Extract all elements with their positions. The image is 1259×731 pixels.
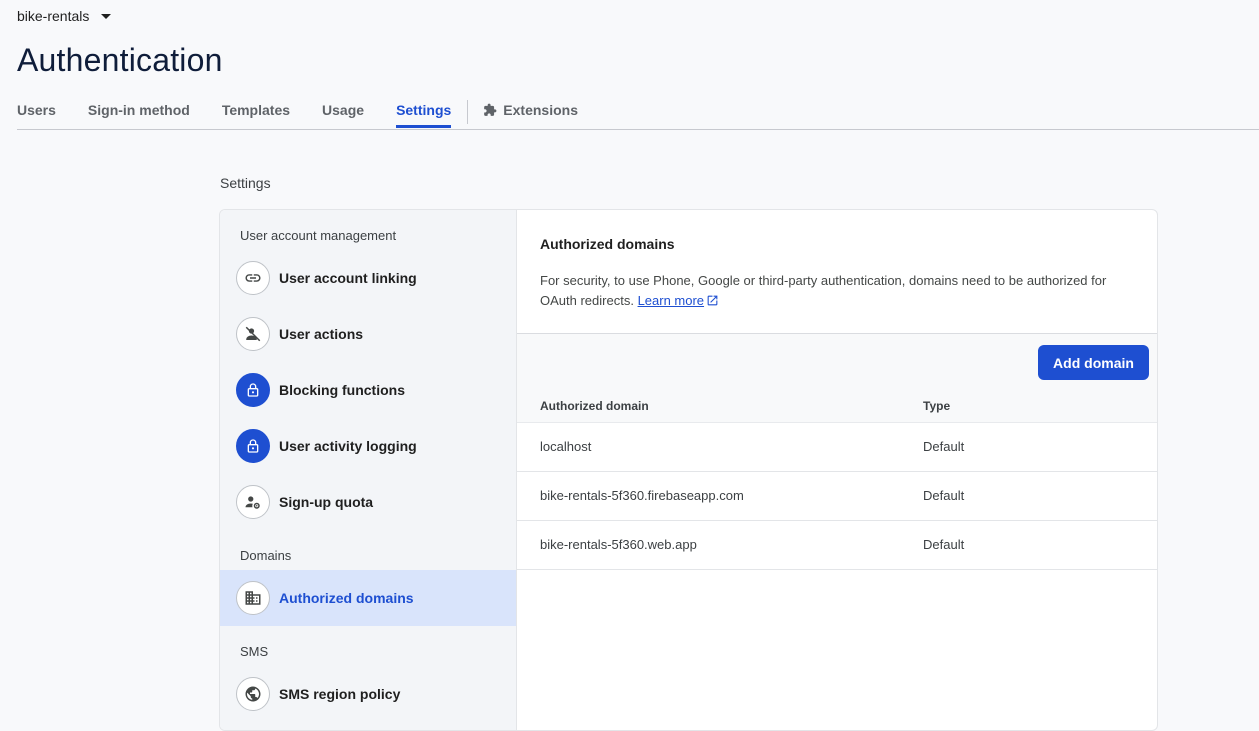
- page-title: Authentication: [17, 42, 223, 78]
- table-row[interactable]: bike-rentals-5f360.web.app Default: [517, 521, 1157, 570]
- tab-settings[interactable]: Settings: [396, 100, 452, 128]
- puzzle-icon: [484, 103, 497, 116]
- domain-cell: localhost: [540, 439, 592, 454]
- sidebar-item-blocking-functions[interactable]: Blocking functions: [220, 362, 516, 418]
- type-cell: Default: [923, 488, 965, 503]
- tab-divider: [467, 100, 469, 124]
- person-off-icon: [236, 317, 270, 351]
- sidebar-item-user-activity-logging[interactable]: User activity logging: [220, 418, 516, 474]
- person-gear-icon: [236, 485, 270, 519]
- group-label-user-account-management: User account management: [240, 228, 397, 243]
- tab-extensions[interactable]: Extensions: [483, 100, 578, 127]
- settings-card: User account management User account lin…: [219, 209, 1158, 731]
- lock-icon: [236, 429, 270, 463]
- panel-title: Authorized domains: [540, 236, 675, 252]
- tab-extensions-label: Extensions: [503, 102, 578, 118]
- table-toolbar: Add domain Authorized domain Type: [517, 334, 1157, 423]
- group-label-sms: SMS: [240, 644, 269, 659]
- sidebar-item-label: Blocking functions: [279, 382, 405, 398]
- settings-sidebar: User account management User account lin…: [220, 210, 517, 730]
- learn-more-link[interactable]: Learn more: [638, 293, 704, 308]
- table-row[interactable]: bike-rentals-5f360.firebaseapp.com Defau…: [517, 472, 1157, 521]
- column-header-authorized-domain: Authorized domain: [540, 399, 649, 413]
- description-text: For security, to use Phone, Google or th…: [540, 273, 1107, 308]
- caret-down-icon: [101, 13, 112, 19]
- sidebar-item-label: SMS region policy: [279, 686, 401, 702]
- sidebar-item-label: Authorized domains: [279, 590, 414, 606]
- project-name: bike-rentals: [17, 8, 90, 24]
- link-icon: [236, 261, 270, 295]
- tab-templates[interactable]: Templates: [222, 100, 290, 127]
- tab-users[interactable]: Users: [17, 100, 56, 127]
- panel-description: For security, to use Phone, Google or th…: [540, 271, 1120, 311]
- tab-usage[interactable]: Usage: [322, 100, 364, 127]
- table-row[interactable]: localhost Default: [517, 423, 1157, 472]
- sidebar-item-label: User actions: [279, 326, 364, 342]
- project-selector[interactable]: bike-rentals: [17, 8, 112, 24]
- column-header-type: Type: [923, 399, 951, 413]
- group-label-domains: Domains: [240, 548, 292, 563]
- sidebar-item-user-actions[interactable]: User actions: [220, 306, 516, 362]
- sidebar-item-authorized-domains[interactable]: Authorized domains: [220, 570, 516, 626]
- sidebar-item-sign-up-quota[interactable]: Sign-up quota: [220, 474, 516, 530]
- globe-icon: [236, 677, 270, 711]
- tab-bar: Users Sign-in method Templates Usage Set…: [17, 100, 1259, 130]
- domain-cell: bike-rentals-5f360.firebaseapp.com: [540, 488, 744, 503]
- type-cell: Default: [923, 537, 965, 552]
- type-cell: Default: [923, 439, 965, 454]
- lock-icon: [236, 373, 270, 407]
- add-domain-button[interactable]: Add domain: [1038, 345, 1149, 380]
- settings-heading: Settings: [220, 175, 271, 191]
- sidebar-item-sms-region-policy[interactable]: SMS region policy: [220, 666, 516, 722]
- authorized-domains-panel: Authorized domains For security, to use …: [517, 210, 1157, 730]
- sidebar-item-user-account-linking[interactable]: User account linking: [220, 250, 516, 306]
- sidebar-item-label: User account linking: [279, 270, 417, 286]
- building-icon: [236, 581, 270, 615]
- domain-cell: bike-rentals-5f360.web.app: [540, 537, 697, 552]
- sidebar-item-label: Sign-up quota: [279, 494, 374, 510]
- panel-header: Authorized domains For security, to use …: [517, 210, 1157, 334]
- sidebar-item-label: User activity logging: [279, 438, 417, 454]
- tab-sign-in-method[interactable]: Sign-in method: [88, 100, 190, 127]
- open-in-new-icon[interactable]: [706, 294, 719, 307]
